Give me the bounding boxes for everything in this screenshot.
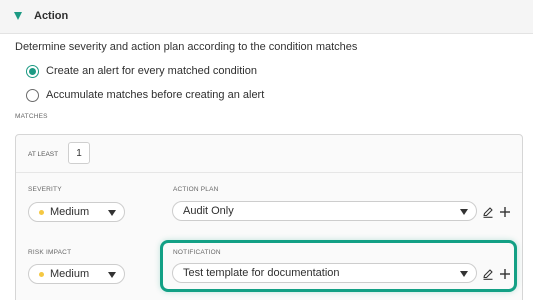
severity-value: Medium <box>50 206 90 218</box>
radio-button-unchecked[interactable] <box>26 88 39 102</box>
severity-select[interactable]: Medium <box>28 202 125 222</box>
dropdown-arrow-icon <box>108 210 116 216</box>
medium-dot-icon <box>39 209 44 215</box>
action-plan-label: ACTION PLAN <box>173 186 219 193</box>
caret-down-icon[interactable] <box>14 12 22 20</box>
divider <box>16 172 522 173</box>
at-least-label: AT LEAST <box>28 151 59 158</box>
radio-label: Accumulate matches before creating an al… <box>46 89 265 101</box>
action-description: Determine severity and action plan accor… <box>15 41 358 53</box>
radio-label: Create an alert for every matched condit… <box>46 65 257 77</box>
dropdown-arrow-icon <box>108 272 116 278</box>
risk-impact-label: RISK IMPACT <box>28 249 72 256</box>
risk-impact-value: Medium <box>50 268 90 280</box>
radio-button-checked[interactable] <box>26 64 39 78</box>
radio-accumulate-matches[interactable]: Accumulate matches before creating an al… <box>26 88 264 102</box>
at-least-count-input[interactable]: 1 <box>68 142 90 164</box>
action-plan-select[interactable]: Audit Only <box>172 201 477 221</box>
edit-pencil-icon[interactable] <box>482 206 494 218</box>
dropdown-arrow-icon <box>460 209 468 215</box>
notification-highlight-box <box>160 240 517 292</box>
section-title: Action <box>34 10 69 22</box>
medium-dot-icon <box>39 271 44 277</box>
add-plus-icon[interactable] <box>499 206 511 218</box>
severity-label: SEVERITY <box>28 186 62 193</box>
risk-impact-select[interactable]: Medium <box>28 264 125 284</box>
matches-label: MATCHES <box>15 113 48 120</box>
radio-alert-every-match[interactable]: Create an alert for every matched condit… <box>26 64 257 78</box>
action-plan-value: Audit Only <box>183 205 234 217</box>
action-section-header[interactable]: Action <box>0 0 533 34</box>
